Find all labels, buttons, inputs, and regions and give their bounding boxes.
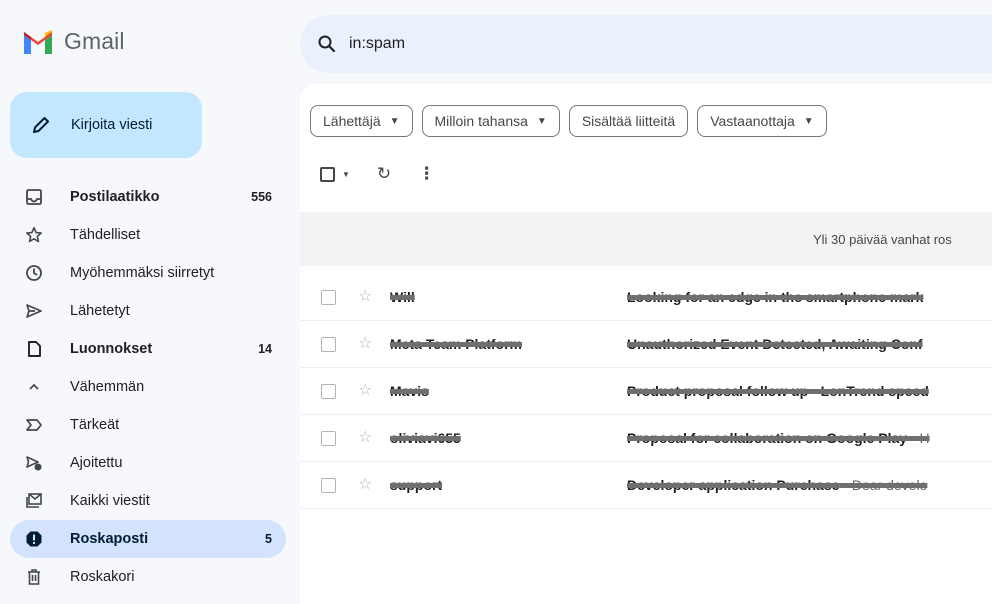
banner-text: Yli 30 päivää vanhat ros — [813, 231, 952, 247]
clock-icon — [24, 263, 44, 283]
chip-label: Sisältää liitteitä — [581, 113, 676, 129]
filter-chip-to[interactable]: Vastaanottaja ▼ — [697, 105, 827, 137]
email-sender: support — [390, 477, 443, 493]
filter-chip-from[interactable]: Lähettäjä ▼ — [310, 105, 413, 137]
sidebar-item-starred[interactable]: Tähdelliset — [10, 216, 286, 254]
email-sender: Will — [390, 289, 415, 305]
sidebar-nav: Postilaatikko 556 Tähdelliset Myöhemmäks… — [10, 178, 286, 596]
sidebar-item-label: Tärkeät — [70, 417, 120, 433]
filter-chip-attachments[interactable]: Sisältää liitteitä — [568, 105, 689, 137]
filter-chip-time[interactable]: Milloin tahansa ▼ — [421, 105, 560, 137]
sidebar-item-drafts[interactable]: Luonnokset 14 — [10, 330, 286, 368]
sidebar-item-count: 14 — [258, 342, 272, 356]
trash-icon — [24, 567, 44, 587]
email-sender: Mavis — [390, 383, 429, 399]
sidebar-item-label: Postilaatikko — [70, 189, 160, 205]
email-subject-text: Developer application Purchase — [627, 477, 840, 493]
email-subject: Unauthorized Event Detected, Awaiting Co… — [627, 336, 923, 352]
star-icon[interactable]: ☆ — [358, 430, 372, 446]
sidebar-item-label: Vähemmän — [70, 379, 145, 395]
sidebar-item-label: Tähdelliset — [70, 227, 141, 243]
email-list: ☆ Will Looking for an edge in the smartp… — [300, 274, 992, 509]
refresh-icon[interactable]: ↻ — [377, 164, 391, 184]
sidebar-item-count: 5 — [265, 532, 272, 546]
select-all-checkbox[interactable] — [320, 166, 335, 182]
email-snippet: - H — [907, 430, 930, 446]
sidebar-item-label: Myöhemmäksi siirretyt — [70, 265, 215, 281]
sidebar-item-spam[interactable]: Roskaposti 5 — [10, 520, 286, 558]
email-subject-text: Proposal for collaboration on Google Pla… — [627, 430, 908, 446]
row-checkbox[interactable] — [321, 383, 336, 399]
email-sender: Meta Team Platform — [390, 336, 522, 352]
email-subject: Proposal for collaboration on Google Pla… — [627, 430, 930, 446]
email-row[interactable]: ☆ support Developer application Purchase… — [300, 462, 992, 509]
compose-label: Kirjoita viesti — [71, 117, 153, 133]
sidebar-item-label: Lähetetyt — [70, 303, 130, 319]
sidebar-item-label: Ajoitettu — [70, 455, 123, 471]
search-filter-chips: Lähettäjä ▼ Milloin tahansa ▼ Sisältää l… — [310, 105, 827, 137]
caret-down-icon: ▼ — [536, 115, 547, 127]
sidebar-item-label: Kaikki viestit — [70, 493, 150, 509]
list-toolbar: ▼ ↻ ⋮ — [320, 164, 435, 184]
star-icon[interactable]: ☆ — [358, 477, 372, 493]
row-checkbox[interactable] — [321, 477, 336, 493]
star-icon[interactable]: ☆ — [358, 336, 372, 352]
search-icon[interactable] — [317, 34, 337, 54]
sidebar-item-important[interactable]: Tärkeät — [10, 406, 286, 444]
email-row[interactable]: ☆ Mavis Product proposal follow up - Lon… — [300, 368, 992, 415]
chevron-up-icon — [24, 377, 44, 397]
gmail-logo[interactable]: Gmail — [22, 28, 125, 55]
sidebar-item-count: 556 — [251, 190, 272, 204]
chip-label: Milloin tahansa — [434, 113, 528, 129]
sidebar-item-less[interactable]: Vähemmän — [10, 368, 286, 406]
app-name: Gmail — [64, 28, 125, 54]
spam-icon — [24, 529, 44, 549]
caret-down-icon: ▼ — [803, 115, 814, 127]
star-icon[interactable]: ☆ — [358, 383, 372, 399]
row-checkbox[interactable] — [321, 336, 336, 352]
sidebar-item-label: Roskakori — [70, 569, 135, 585]
email-snippet: - Dear develo — [839, 477, 928, 493]
important-icon — [24, 415, 44, 435]
gmail-m-icon — [24, 29, 52, 54]
email-row[interactable]: ☆ Meta Team Platform Unauthorized Event … — [300, 321, 992, 368]
email-subject: Product proposal follow up - LonTrend sp… — [627, 383, 929, 399]
compose-button[interactable]: Kirjoita viesti — [10, 92, 202, 158]
sidebar-item-label: Luonnokset — [70, 341, 153, 357]
sidebar-item-all-mail[interactable]: Kaikki viestit — [10, 482, 286, 520]
scheduled-icon — [24, 453, 44, 473]
star-icon[interactable]: ☆ — [358, 289, 372, 305]
pencil-icon — [33, 117, 49, 133]
inbox-icon — [24, 187, 44, 207]
sidebar-item-scheduled[interactable]: Ajoitettu — [10, 444, 286, 482]
star-icon — [24, 225, 44, 245]
sidebar-item-trash[interactable]: Roskakori — [10, 558, 286, 596]
chip-label: Lähettäjä — [323, 113, 381, 129]
caret-down-icon: ▼ — [389, 115, 400, 127]
all-mail-icon — [24, 491, 44, 511]
email-subject: Looking for an edge in the smartphone ma… — [627, 289, 923, 305]
email-subject-text: Unauthorized Event Detected, Awaiting Co… — [627, 336, 923, 352]
sidebar-item-snoozed[interactable]: Myöhemmäksi siirretyt — [10, 254, 286, 292]
email-subject: Developer application Purchase - Dear de… — [627, 477, 927, 493]
email-sender: oliviavi655 — [390, 430, 461, 446]
search-bar[interactable] — [300, 15, 992, 73]
email-subject-text: Looking for an edge in the smartphone ma… — [627, 289, 924, 305]
select-caret-icon[interactable]: ▼ — [342, 170, 350, 179]
sidebar-item-inbox[interactable]: Postilaatikko 556 — [10, 178, 286, 216]
sidebar-item-label: Roskaposti — [70, 531, 149, 547]
email-subject-text: Product proposal follow up - LonTrend sp… — [627, 383, 929, 399]
search-input[interactable] — [347, 34, 851, 54]
spam-info-banner: Yli 30 päivää vanhat ros — [300, 212, 992, 266]
more-vert-icon[interactable]: ⋮ — [418, 164, 435, 184]
chip-label: Vastaanottaja — [710, 113, 795, 129]
row-checkbox[interactable] — [321, 289, 336, 305]
row-checkbox[interactable] — [321, 430, 336, 446]
email-row[interactable]: ☆ oliviavi655 Proposal for collaboration… — [300, 415, 992, 462]
sidebar-item-sent[interactable]: Lähetetyt — [10, 292, 286, 330]
email-row[interactable]: ☆ Will Looking for an edge in the smartp… — [300, 274, 992, 321]
main-panel: Lähettäjä ▼ Milloin tahansa ▼ Sisältää l… — [300, 84, 992, 604]
draft-icon — [24, 339, 44, 359]
send-icon — [24, 301, 44, 321]
